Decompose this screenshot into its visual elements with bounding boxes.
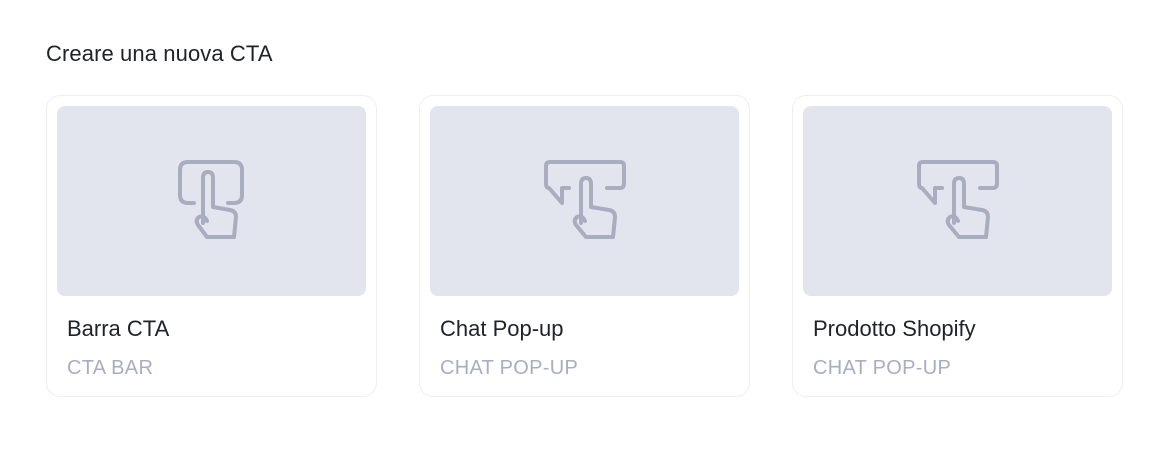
tap-chat-bubble-icon xyxy=(543,160,626,239)
card-title: Barra CTA xyxy=(67,316,170,341)
card-title: Prodotto Shopify xyxy=(813,316,976,341)
card-title: Chat Pop-up xyxy=(440,316,564,341)
tap-button-icon xyxy=(177,160,244,239)
card-type-label: CTA BAR xyxy=(67,357,154,379)
cta-card-prodotto-shopify[interactable]: Prodotto Shopify CHAT POP-UP xyxy=(792,95,1123,397)
cta-card-barra-cta[interactable]: Barra CTA CTA BAR xyxy=(46,95,377,397)
card-type-label: CHAT POP-UP xyxy=(440,357,579,379)
card-preview xyxy=(430,106,739,296)
cta-card-chat-popup[interactable]: Chat Pop-up CHAT POP-UP xyxy=(419,95,750,397)
cta-type-list: Barra CTA CTA BAR Chat Pop-up CHAT POP-U… xyxy=(46,95,1123,397)
page-title: Creare una nuova CTA xyxy=(46,41,273,66)
card-type-label: CHAT POP-UP xyxy=(813,357,952,379)
card-preview xyxy=(803,106,1112,296)
tap-chat-bubble-icon xyxy=(916,160,999,239)
create-cta-page: Creare una nuova CTA Barra CTA CTA BAR C… xyxy=(0,0,1170,452)
card-preview xyxy=(57,106,366,296)
